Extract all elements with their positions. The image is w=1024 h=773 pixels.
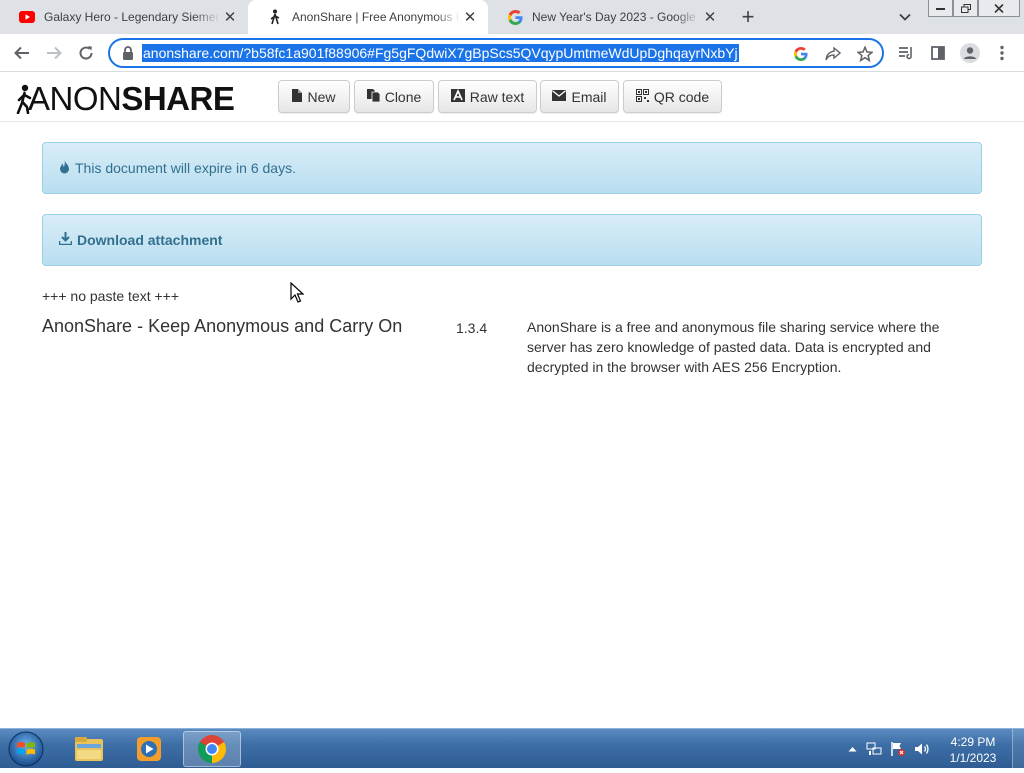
expire-notice-text: This document will expire in 6 days. [75, 160, 296, 176]
taskbar-media-player[interactable] [120, 731, 178, 767]
system-clock[interactable]: 4:29 PM 1/1/2023 [938, 734, 1008, 766]
page-content: ANON SHARE New Clone Raw text Email QR co… [0, 72, 1024, 728]
tab-title: AnonShare | Free Anonymous File Sharing [292, 10, 460, 24]
browser-toolbar: anonshare.com/?b58fc1a901f88906#Fg5gFQdw… [0, 34, 1024, 72]
version-number: 1.3.4 [456, 320, 488, 336]
reload-icon[interactable] [74, 41, 98, 65]
new-button[interactable]: New [278, 80, 350, 113]
youtube-icon [19, 9, 35, 25]
reading-list-icon[interactable] [894, 41, 918, 65]
star-icon[interactable] [856, 45, 874, 63]
show-hidden-icons-icon[interactable] [844, 741, 860, 757]
file-icon [292, 88, 303, 105]
qr-code-button[interactable]: QR code [623, 80, 722, 113]
download-icon [58, 232, 73, 248]
expire-notice: This document will expire in 6 days. [42, 142, 982, 194]
google-icon [507, 9, 523, 25]
download-attachment-button[interactable]: Download attachment [42, 214, 982, 266]
tab-title: New Year's Day 2023 - Google Search [532, 10, 700, 24]
raw-text-button-label: Raw text [469, 88, 525, 105]
envelope-icon [552, 89, 567, 104]
new-button-label: New [307, 88, 336, 105]
lock-icon[interactable] [122, 46, 134, 60]
close-tab-icon[interactable]: ✕ [700, 7, 720, 27]
anonshare-icon [267, 9, 283, 25]
url-text[interactable]: anonshare.com/?b58fc1a901f88906#Fg5gFQdw… [142, 44, 739, 62]
minimize-button[interactable] [928, 0, 953, 17]
tab-title: Galaxy Hero - Legendary Siemens [44, 10, 220, 24]
forward-arrow-icon[interactable] [42, 41, 66, 65]
font-icon [450, 88, 465, 105]
address-bar[interactable]: anonshare.com/?b58fc1a901f88906#Fg5gFQdw… [108, 38, 884, 68]
tab-strip: Galaxy Hero - Legendary Siemens ✕ AnonSh… [0, 0, 1024, 34]
new-tab-button[interactable]: + [736, 4, 760, 29]
back-arrow-icon[interactable] [10, 41, 34, 65]
close-tab-icon[interactable]: ✕ [460, 7, 480, 27]
profile-avatar[interactable] [958, 41, 982, 65]
side-panel-icon[interactable] [926, 41, 950, 65]
clock-time: 4:29 PM [950, 735, 996, 749]
taskbar-explorer[interactable] [60, 731, 118, 767]
clock-date: 1/1/2023 [949, 751, 997, 765]
clone-button[interactable]: Clone [354, 80, 434, 113]
clone-button-label: Clone [384, 88, 422, 105]
chrome-icon [198, 735, 226, 763]
media-player-icon [137, 737, 161, 761]
qrcode-icon [635, 88, 649, 105]
logo-share-text: SHARE [121, 80, 235, 117]
site-logo[interactable]: ANON SHARE [16, 80, 235, 117]
windows-taskbar: 4:29 PM 1/1/2023 [0, 728, 1024, 769]
taskbar-chrome[interactable] [183, 731, 241, 767]
start-button[interactable] [6, 730, 46, 768]
no-paste-text: +++ no paste text +++ [42, 288, 179, 304]
restore-button[interactable] [953, 0, 978, 17]
tab-anonshare[interactable]: AnonShare | Free Anonymous File Sharing … [248, 0, 488, 34]
fire-icon [59, 159, 70, 177]
tab-google[interactable]: New Year's Day 2023 - Google Search ✕ [488, 0, 728, 34]
download-attachment-label: Download attachment [77, 232, 223, 248]
kebab-menu-icon[interactable] [990, 41, 1014, 65]
volume-icon[interactable] [914, 741, 930, 757]
folder-icon [75, 737, 103, 761]
qr-code-button-label: QR code [653, 88, 710, 105]
copy-icon [366, 88, 381, 105]
site-navbar: ANON SHARE New Clone Raw text Email QR co… [0, 72, 1024, 122]
action-center-flag-icon[interactable] [890, 741, 906, 757]
logo-anon-text: ANON [28, 80, 122, 117]
network-icon[interactable] [866, 741, 882, 757]
tab-youtube[interactable]: Galaxy Hero - Legendary Siemens ✕ [0, 0, 248, 34]
tagline: AnonShare - Keep Anonymous and Carry On [42, 316, 403, 336]
close-window-button[interactable] [978, 0, 1020, 17]
mouse-cursor-icon [290, 282, 304, 303]
share-icon[interactable] [824, 45, 842, 63]
raw-text-button[interactable]: Raw text [438, 80, 537, 113]
site-description: AnonShare is a free and anonymous file s… [527, 319, 940, 375]
google-lens-icon[interactable] [792, 45, 810, 63]
chevron-down-icon[interactable] [896, 8, 914, 26]
email-button-label: Email [571, 88, 607, 105]
close-tab-icon[interactable]: ✕ [220, 7, 240, 27]
show-desktop-button[interactable] [1012, 729, 1024, 769]
email-button[interactable]: Email [540, 80, 619, 113]
